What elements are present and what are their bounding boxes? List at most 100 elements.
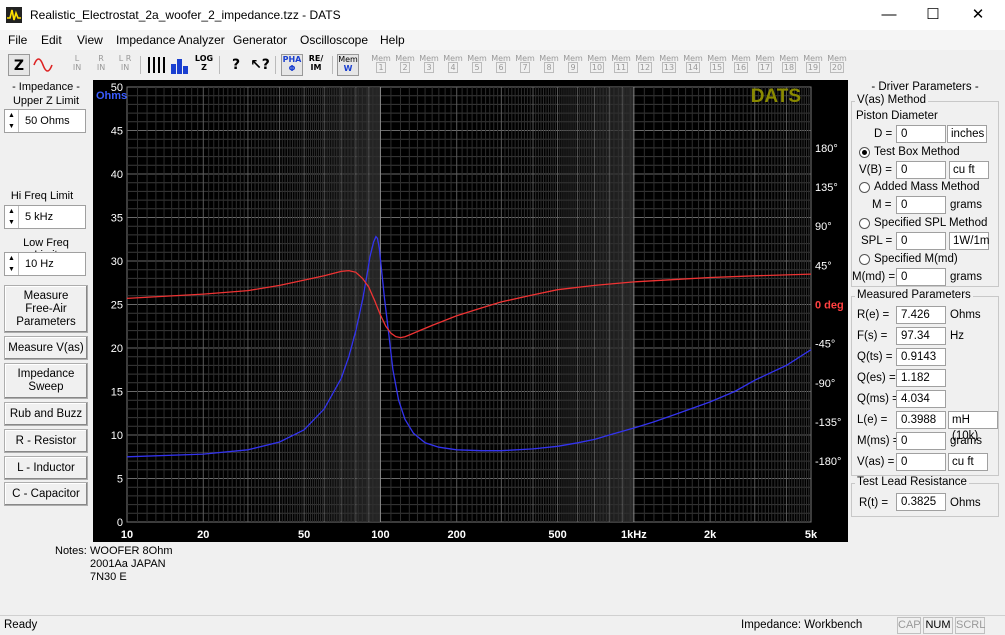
d-input[interactable]: 0 bbox=[896, 125, 946, 143]
impedance-z-button[interactable]: Z bbox=[8, 54, 30, 76]
measured-param-label: Q(es) = bbox=[857, 372, 896, 384]
memory-slot-button[interactable]: Mem 9 bbox=[562, 54, 584, 76]
memory-slot-button[interactable]: Mem 13 bbox=[658, 54, 680, 76]
measured-param-value[interactable]: 7.426 bbox=[896, 306, 946, 324]
measured-param-value[interactable]: 0.3988 bbox=[896, 411, 946, 429]
menu-help[interactable]: Help bbox=[380, 33, 405, 47]
memory-slot-button[interactable]: Mem 4 bbox=[442, 54, 464, 76]
menu-edit[interactable]: Edit bbox=[41, 33, 62, 47]
sweep-line1: Impedance bbox=[17, 368, 75, 380]
piston-diameter-label: Piston Diameter bbox=[856, 110, 938, 122]
phase-button[interactable]: PHA Φ bbox=[281, 54, 303, 76]
memory-slot-button[interactable]: Mem 11 bbox=[610, 54, 632, 76]
memory-slot-button[interactable]: Mem 1 bbox=[370, 54, 392, 76]
memory-slot-button[interactable]: Mem 12 bbox=[634, 54, 656, 76]
spinner-arrows-icon[interactable]: ▲ ▼ bbox=[5, 206, 19, 228]
both-inputs-button[interactable]: L R IN bbox=[114, 54, 136, 76]
memory-slot-button[interactable]: Mem 19 bbox=[802, 54, 824, 76]
specified-mmd-radio[interactable] bbox=[859, 254, 870, 265]
y-tick-label: 10 bbox=[111, 430, 123, 442]
memory-slot-button[interactable]: Mem 6 bbox=[490, 54, 512, 76]
impedance-sweep-button[interactable]: Impedance Sweep bbox=[4, 363, 88, 399]
menu-oscilloscope[interactable]: Oscilloscope bbox=[300, 33, 368, 47]
upper-z-limit-label: Upper Z Limit bbox=[12, 95, 80, 107]
spl-unit[interactable]: 1W/1m bbox=[949, 232, 989, 250]
impedance-chart[interactable]: 0 5 10 15 20 25 30 35 40 45 50 Ohms 180° 135° 90° 45° 0 … bbox=[93, 80, 848, 542]
measured-param-unit[interactable]: mH (10k) bbox=[948, 411, 998, 442]
title-bar: Realistic_Electrostat_2a_woofer_2_impeda… bbox=[0, 0, 1005, 30]
measure-vas-button[interactable]: Measure V(as) bbox=[4, 336, 88, 360]
measured-param-value[interactable]: 97.34 bbox=[896, 327, 946, 345]
memory-slot-button[interactable]: Mem 15 bbox=[706, 54, 728, 76]
vb-unit[interactable]: cu ft bbox=[949, 161, 989, 179]
memory-slot-button[interactable]: Mem 14 bbox=[682, 54, 704, 76]
mmd-input[interactable]: 0 bbox=[896, 268, 946, 286]
measured-param-value[interactable]: 4.034 bbox=[896, 390, 946, 408]
inductor-button[interactable]: L - Inductor bbox=[4, 456, 88, 480]
log-z-button[interactable]: LOG Z bbox=[193, 54, 215, 76]
memory-slot-number: 3 bbox=[424, 62, 434, 73]
dats-app-icon bbox=[6, 7, 22, 23]
memory-slot-button[interactable]: Mem 20 bbox=[826, 54, 848, 76]
memory-slot-button[interactable]: Mem 16 bbox=[730, 54, 752, 76]
hi-freq-limit-spinner[interactable]: ▲ ▼ 5 kHz bbox=[4, 205, 86, 229]
measure-free-air-button[interactable]: Measure Free-Air Parameters bbox=[4, 285, 88, 333]
added-mass-radio[interactable] bbox=[859, 182, 870, 193]
notes-text[interactable]: WOOFER 8Ohm 2001Aa JAPAN 7N30 E bbox=[90, 545, 173, 584]
vb-input[interactable]: 0 bbox=[896, 161, 946, 179]
memory-write-button[interactable]: Mem W bbox=[337, 54, 359, 76]
measured-param-value[interactable]: 0 bbox=[896, 432, 946, 450]
rub-and-buzz-button[interactable]: Rub and Buzz bbox=[4, 402, 88, 426]
logz-bottom: Z bbox=[201, 63, 207, 72]
memory-slot-button[interactable]: Mem 10 bbox=[586, 54, 608, 76]
minimize-button[interactable]: — bbox=[866, 0, 912, 30]
memory-slot-button[interactable]: Mem 5 bbox=[466, 54, 488, 76]
measured-param-unit[interactable]: cu ft bbox=[948, 453, 988, 471]
menu-view[interactable]: View bbox=[77, 33, 103, 47]
low-freq-limit-spinner[interactable]: ▲ ▼ 10 Hz bbox=[4, 252, 86, 276]
left-input-button[interactable]: L IN bbox=[66, 54, 88, 76]
test-box-radio[interactable] bbox=[859, 147, 870, 158]
upper-z-limit-spinner[interactable]: ▲ ▼ 50 Ohms bbox=[4, 109, 86, 133]
memory-slot-button[interactable]: Mem 3 bbox=[418, 54, 440, 76]
rt-label: R(t) = bbox=[859, 497, 889, 509]
memory-slot-button[interactable]: Mem 17 bbox=[754, 54, 776, 76]
memory-slot-button[interactable]: Mem 8 bbox=[538, 54, 560, 76]
memory-slot-number: 12 bbox=[637, 62, 653, 73]
maximize-button[interactable]: ☐ bbox=[910, 0, 956, 30]
capacitor-button[interactable]: C - Capacitor bbox=[4, 482, 88, 506]
spinner-arrows-icon[interactable]: ▲ ▼ bbox=[5, 110, 19, 132]
real-imaginary-button[interactable]: RE/IM bbox=[305, 54, 327, 76]
mmd-label: M(md) = bbox=[852, 271, 896, 283]
specified-spl-radio[interactable] bbox=[859, 218, 870, 229]
lrn-top: L R bbox=[118, 54, 132, 63]
bar-display-button[interactable] bbox=[169, 54, 191, 76]
d-unit[interactable]: inches bbox=[947, 125, 987, 143]
help-button[interactable]: ? bbox=[225, 54, 247, 76]
measured-param-value[interactable]: 1.182 bbox=[896, 369, 946, 387]
measured-param-label: R(e) = bbox=[857, 309, 890, 321]
m-input[interactable]: 0 bbox=[896, 196, 946, 214]
waveform-button[interactable] bbox=[32, 54, 54, 76]
resistor-button[interactable]: R - Resistor bbox=[4, 429, 88, 453]
context-help-button[interactable]: ↖? bbox=[249, 54, 271, 76]
menu-generator[interactable]: Generator bbox=[233, 33, 287, 47]
memory-slot-button[interactable]: Mem 2 bbox=[394, 54, 416, 76]
right-input-button[interactable]: R IN bbox=[90, 54, 112, 76]
close-button[interactable]: ✕ bbox=[955, 0, 1001, 30]
pha-top: PHA bbox=[282, 55, 302, 64]
rt-value[interactable]: 0.3825 bbox=[896, 493, 946, 511]
spl-input[interactable]: 0 bbox=[896, 232, 946, 250]
impedance-plot[interactable]: 0 5 10 15 20 25 30 35 40 45 50 Ohms 180° 135° 90° 45° 0 … bbox=[93, 80, 848, 542]
measured-param-value[interactable]: 0 bbox=[896, 453, 946, 471]
menu-impedance-analyzer[interactable]: Impedance Analyzer bbox=[116, 33, 225, 47]
sine-wave-icon bbox=[33, 58, 53, 72]
menu-file[interactable]: File bbox=[8, 33, 27, 47]
specified-spl-label: Specified SPL Method bbox=[874, 217, 988, 229]
memory-slot-button[interactable]: Mem 7 bbox=[514, 54, 536, 76]
spinner-arrows-icon[interactable]: ▲ ▼ bbox=[5, 253, 19, 275]
memory-slot-number: 10 bbox=[589, 62, 605, 73]
measured-param-value[interactable]: 0.9143 bbox=[896, 348, 946, 366]
memory-slot-button[interactable]: Mem 18 bbox=[778, 54, 800, 76]
grid-lines-button[interactable] bbox=[145, 54, 167, 76]
